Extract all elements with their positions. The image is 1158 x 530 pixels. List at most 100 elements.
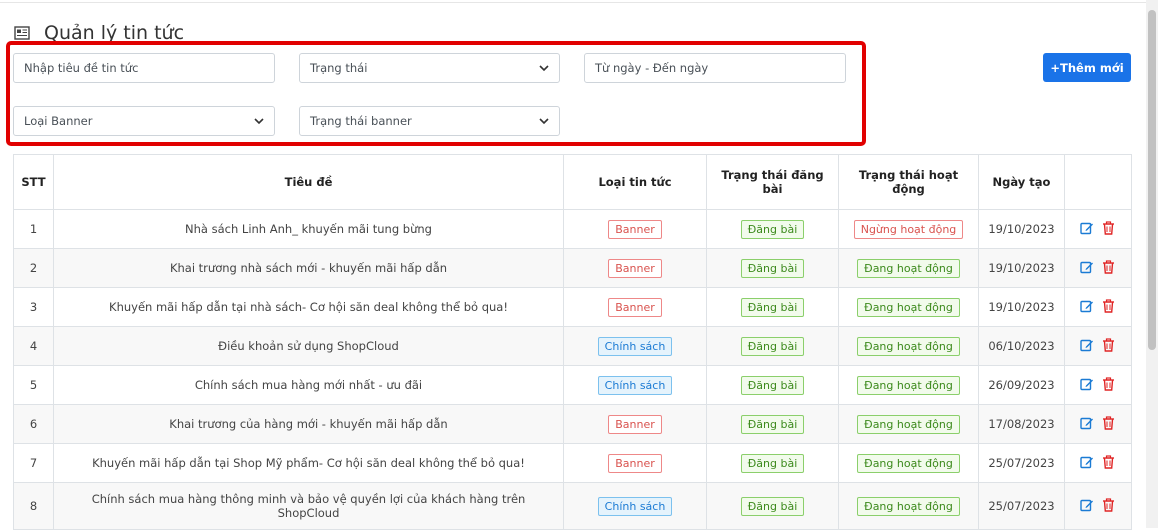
edit-icon[interactable] bbox=[1080, 221, 1094, 235]
cell-title: Chính sách mua hàng thông minh và bảo vệ… bbox=[53, 482, 564, 530]
title-search-input[interactable]: Nhập tiêu đề tin tức bbox=[13, 53, 275, 83]
cell-title: Điều khoản sử dụng ShopCloud bbox=[53, 326, 564, 366]
cell-type: Banner bbox=[563, 287, 707, 327]
cell-active-status: Đang hoạt động bbox=[838, 326, 979, 366]
edit-icon[interactable] bbox=[1080, 299, 1094, 313]
edit-icon[interactable] bbox=[1080, 377, 1094, 391]
trash-icon[interactable] bbox=[1102, 298, 1116, 313]
cell-type: Banner bbox=[563, 443, 707, 483]
table-row: 8 Chính sách mua hàng thông minh và bảo v… bbox=[13, 482, 1132, 530]
table-row: 4 Điều khoản sử dụng ShopCloud Chính sách Đ… bbox=[13, 326, 1132, 366]
trash-icon[interactable] bbox=[1102, 220, 1116, 235]
cell-created: 06/10/2023 bbox=[978, 326, 1065, 366]
cell-title: Khai trương nhà sách mới - khuyến mãi hấ… bbox=[53, 248, 564, 288]
cell-stt: 8 bbox=[13, 482, 54, 530]
cell-post-status: Đăng bài bbox=[706, 482, 839, 530]
cell-stt: 4 bbox=[13, 326, 54, 366]
edit-icon[interactable] bbox=[1080, 455, 1094, 469]
trash-icon[interactable] bbox=[1102, 415, 1116, 430]
date-range-input[interactable]: Từ ngày - Đến ngày bbox=[584, 53, 846, 83]
status-select-value: Trạng thái bbox=[310, 61, 368, 75]
post-status-badge: Đăng bài bbox=[740, 496, 805, 516]
scrollbar-thumb[interactable] bbox=[1148, 10, 1156, 350]
cell-created: 19/10/2023 bbox=[978, 287, 1065, 327]
cell-title: Khuyến mãi hấp dẫn tại Shop Mỹ phẩm- Cơ … bbox=[53, 443, 564, 483]
table-header-row: STT Tiêu đề Loại tin tức Trạng thái đăng… bbox=[13, 154, 1132, 210]
post-status-badge: Đăng bài bbox=[740, 219, 805, 239]
add-news-button[interactable]: +Thêm mới bbox=[1043, 53, 1131, 82]
type-badge: Banner bbox=[608, 258, 662, 278]
active-status-badge: Ngừng hoạt động bbox=[853, 219, 964, 239]
cell-title: Nhà sách Linh Anh_ khuyến mãi tung bừng bbox=[53, 209, 564, 249]
cell-actions bbox=[1064, 209, 1132, 249]
cell-created: 25/07/2023 bbox=[978, 482, 1065, 530]
banner-status-select[interactable]: Trạng thái banner bbox=[299, 106, 560, 136]
header-post-status: Trạng thái đăng bài bbox=[706, 154, 839, 210]
trash-icon[interactable] bbox=[1102, 337, 1116, 352]
table-row: 3 Khuyến mãi hấp dẫn tại nhà sách- Cơ hội… bbox=[13, 287, 1132, 327]
cell-type: Banner bbox=[563, 209, 707, 249]
header-active-status: Trạng thái hoạt động bbox=[838, 154, 979, 210]
chevron-down-icon bbox=[539, 116, 549, 126]
header-created: Ngày tạo bbox=[978, 154, 1065, 210]
active-status-badge: Đang hoạt động bbox=[857, 453, 960, 473]
scrollbar[interactable] bbox=[1146, 0, 1158, 528]
post-status-badge: Đăng bài bbox=[740, 258, 805, 278]
cell-stt: 1 bbox=[13, 209, 54, 249]
cell-created: 19/10/2023 bbox=[978, 248, 1065, 288]
cell-title: Chính sách mua hàng mới nhất - ưu đãi bbox=[53, 365, 564, 405]
cell-stt: 7 bbox=[13, 443, 54, 483]
table-row: 1 Nhà sách Linh Anh_ khuyến mãi tung bừng… bbox=[13, 209, 1132, 249]
cell-post-status: Đăng bài bbox=[706, 248, 839, 288]
type-badge: Banner bbox=[608, 453, 662, 473]
post-status-badge: Đăng bài bbox=[740, 414, 805, 434]
edit-icon[interactable] bbox=[1080, 498, 1094, 512]
cell-type: Banner bbox=[563, 404, 707, 444]
trash-icon[interactable] bbox=[1102, 497, 1116, 512]
cell-created: 26/09/2023 bbox=[978, 365, 1065, 405]
cell-actions bbox=[1064, 365, 1132, 405]
post-status-badge: Đăng bài bbox=[740, 453, 805, 473]
cell-post-status: Đăng bài bbox=[706, 443, 839, 483]
chevron-down-icon bbox=[539, 63, 549, 73]
trash-icon[interactable] bbox=[1102, 259, 1116, 274]
table-row: 6 Khai trương của hàng mới - khuyến mãi h… bbox=[13, 404, 1132, 444]
cell-stt: 2 bbox=[13, 248, 54, 288]
edit-icon[interactable] bbox=[1080, 338, 1094, 352]
cell-active-status: Đang hoạt động bbox=[838, 443, 979, 483]
cell-actions bbox=[1064, 248, 1132, 288]
date-range-placeholder: Từ ngày - Đến ngày bbox=[595, 61, 709, 75]
trash-icon[interactable] bbox=[1102, 376, 1116, 391]
chevron-down-icon bbox=[254, 116, 264, 126]
banner-status-select-value: Trạng thái banner bbox=[310, 114, 412, 128]
header-title: Tiêu đề bbox=[53, 154, 564, 210]
edit-icon[interactable] bbox=[1080, 416, 1094, 430]
top-divider bbox=[0, 2, 1146, 3]
active-status-badge: Đang hoạt động bbox=[857, 336, 960, 356]
active-status-badge: Đang hoạt động bbox=[857, 258, 960, 278]
trash-icon[interactable] bbox=[1102, 454, 1116, 469]
cell-post-status: Đăng bài bbox=[706, 365, 839, 405]
cell-stt: 5 bbox=[13, 365, 54, 405]
cell-title: Khuyến mãi hấp dẫn tại nhà sách- Cơ hội … bbox=[53, 287, 564, 327]
cell-type: Chính sách bbox=[563, 326, 707, 366]
cell-actions bbox=[1064, 326, 1132, 366]
edit-icon[interactable] bbox=[1080, 260, 1094, 274]
table-row: 2 Khai trương nhà sách mới - khuyến mãi h… bbox=[13, 248, 1132, 288]
banner-type-select[interactable]: Loại Banner bbox=[13, 106, 275, 136]
header-stt: STT bbox=[13, 154, 54, 210]
cell-type: Banner bbox=[563, 248, 707, 288]
status-select[interactable]: Trạng thái bbox=[299, 53, 560, 83]
cell-created: 19/10/2023 bbox=[978, 209, 1065, 249]
post-status-badge: Đăng bài bbox=[740, 297, 805, 317]
cell-stt: 6 bbox=[13, 404, 54, 444]
cell-created: 17/08/2023 bbox=[978, 404, 1065, 444]
cell-active-status: Đang hoạt động bbox=[838, 287, 979, 327]
active-status-badge: Đang hoạt động bbox=[857, 496, 960, 516]
type-badge: Chính sách bbox=[597, 375, 673, 395]
title-search-placeholder: Nhập tiêu đề tin tức bbox=[24, 61, 139, 75]
cell-actions bbox=[1064, 443, 1132, 483]
header-actions bbox=[1064, 154, 1132, 210]
newspaper-icon bbox=[12, 23, 32, 43]
cell-active-status: Đang hoạt động bbox=[838, 248, 979, 288]
